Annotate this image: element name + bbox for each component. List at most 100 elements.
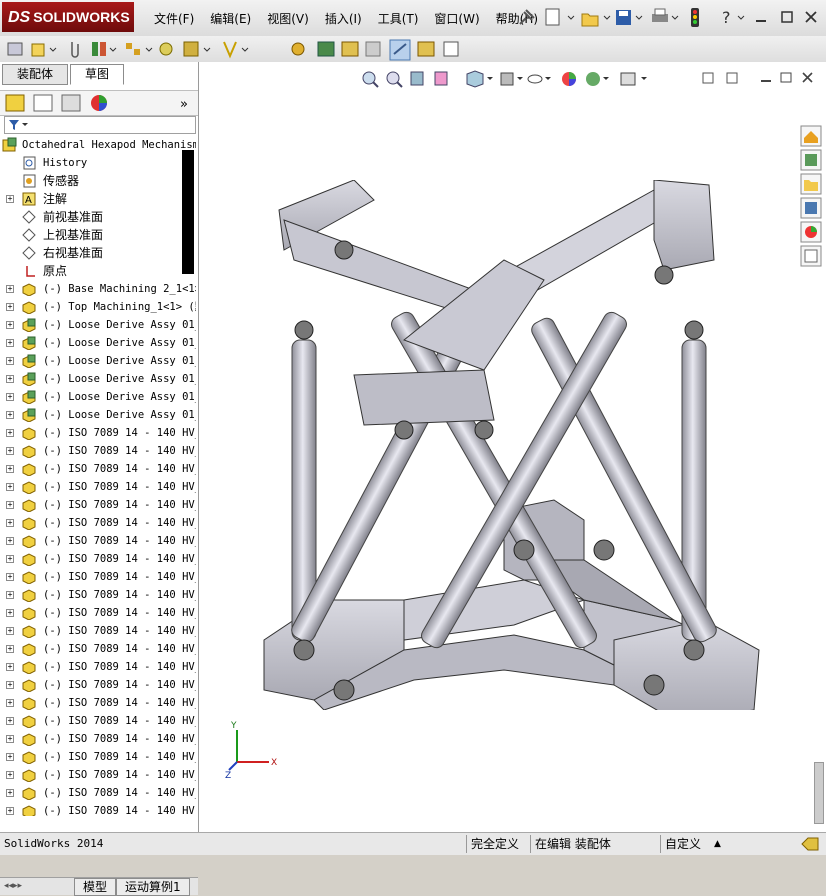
zoom-to-area-icon[interactable] [386, 71, 403, 88]
menu-insert[interactable]: 插入(I) [317, 8, 370, 30]
tree-item[interactable]: + (-) ISO 7089 14 - 140 HV_2 [0, 442, 196, 460]
exploded-view-icon[interactable] [389, 39, 411, 61]
expand-toggle-icon[interactable]: + [6, 807, 14, 815]
viewport-tile-icon[interactable] [726, 72, 738, 84]
show-hidden-icon[interactable] [223, 41, 249, 59]
view-palette-icon[interactable] [800, 197, 822, 219]
new-part-icon[interactable] [31, 43, 57, 57]
tree-item[interactable]: + (-) ISO 7089 14 - 140 HV_1 [0, 658, 196, 676]
expand-toggle-icon[interactable]: + [6, 285, 14, 293]
tree-item[interactable]: + (-) Loose Derive Assy 01_5 [0, 406, 196, 424]
pin-icon[interactable] [519, 9, 535, 25]
tree-item[interactable]: 原点 [0, 262, 196, 280]
configuration-manager-icon[interactable] [61, 94, 81, 112]
move-component-icon[interactable] [183, 41, 211, 57]
tree-item[interactable]: + (-) ISO 7089 14 - 140 HV_9 [0, 568, 196, 586]
tab-assembly[interactable]: 装配体 [2, 64, 69, 85]
tree-item[interactable]: + (-) ISO 7089 14 - 140 HV_1 [0, 586, 196, 604]
smart-fasteners-icon[interactable] [159, 42, 173, 56]
solidworks-resources-icon[interactable] [800, 125, 822, 147]
edit-appearance-icon[interactable] [562, 72, 576, 86]
expand-toggle-icon[interactable]: + [6, 339, 14, 347]
tab-sketch[interactable]: 草图 [70, 64, 125, 85]
sketch-icon[interactable] [443, 41, 459, 57]
tree-root[interactable]: Octahedral Hexapod Mechanism [0, 136, 196, 154]
tab-model[interactable]: 模型 [74, 878, 117, 896]
bill-of-materials-icon[interactable] [365, 41, 381, 57]
tree-item[interactable]: + (-) ISO 7089 14 - 140 HV_4 [0, 478, 196, 496]
view-orientation-icon[interactable] [466, 70, 493, 88]
tree-item[interactable]: + (-) ISO 7089 14 - 140 HV_1 [0, 694, 196, 712]
tree-item[interactable]: + (-) Loose Derive Assy 01_2 [0, 352, 196, 370]
tree-filter-box[interactable] [4, 116, 196, 134]
hide-show-items-icon[interactable] [527, 74, 551, 84]
menu-view[interactable]: 视图(V) [259, 8, 317, 30]
tree-item[interactable]: + (-) Loose Derive Assy 01_1 [0, 334, 196, 352]
apply-scene-icon[interactable] [586, 72, 609, 86]
tree-item[interactable]: + (-) ISO 7089 14 - 140 HV_5 [0, 496, 196, 514]
tree-item[interactable]: + (-) Loose Derive Assy 01_6 [0, 316, 196, 334]
tab-motion-study[interactable]: 运动算例1 [116, 878, 190, 896]
tree-item[interactable]: + (-) Loose Derive Assy 01_3 [0, 370, 196, 388]
menu-tools[interactable]: 工具(T) [370, 8, 427, 30]
design-library-icon[interactable] [800, 149, 822, 171]
expand-toggle-icon[interactable]: + [6, 681, 14, 689]
property-manager-icon[interactable] [33, 94, 53, 112]
expand-toggle-icon[interactable]: + [6, 195, 14, 203]
section-view-icon[interactable] [434, 71, 448, 86]
assembly-features-icon[interactable] [291, 42, 305, 56]
tree-item[interactable]: + (-) ISO 7089 14 - 140 HV_1 [0, 712, 196, 730]
tree-item[interactable]: + (-) ISO 7089 14 - 140 HV_6 [0, 514, 196, 532]
reference-geometry-icon[interactable] [317, 41, 335, 57]
insert-component-icon[interactable] [7, 42, 23, 56]
expand-toggle-icon[interactable]: + [6, 429, 14, 437]
expand-toggle-icon[interactable]: + [6, 717, 14, 725]
help-icon[interactable]: ? [722, 8, 745, 27]
expand-toggle-icon[interactable]: + [6, 411, 14, 419]
paperclip-icon[interactable] [71, 42, 79, 58]
units-dropdown-icon[interactable]: ▲ [714, 835, 721, 853]
tree-item[interactable]: + (-) Loose Derive Assy 01_4 [0, 388, 196, 406]
expand-toggle-icon[interactable]: + [6, 321, 14, 329]
expand-toggle-icon[interactable]: + [6, 519, 14, 527]
tree-item[interactable]: 前视基准面 [0, 208, 196, 226]
tree-item[interactable]: + (-) ISO 7089 14 - 140 HV_2 [0, 766, 196, 784]
expand-toggle-icon[interactable]: + [6, 771, 14, 779]
graphics-area[interactable]: Y X Z [199, 62, 826, 832]
new-document-icon[interactable] [545, 8, 575, 26]
tree-item[interactable]: History [0, 154, 196, 172]
zoom-to-fit-icon[interactable] [362, 71, 379, 88]
menu-window[interactable]: 窗口(W) [426, 8, 487, 30]
close-icon[interactable] [805, 11, 817, 23]
viewport-scrollbar[interactable] [814, 762, 824, 824]
tree-item[interactable]: + (-) Base Machining 2_1<1> [0, 280, 196, 298]
tree-item[interactable]: + (-) Top Machining_1<1> (默 [0, 298, 196, 316]
mate-icon[interactable] [92, 42, 117, 56]
open-folder-icon[interactable] [581, 13, 611, 27]
tree-item[interactable]: + (-) ISO 7089 14 - 140 HV_1 [0, 424, 196, 442]
tree-item[interactable]: + (-) ISO 7089 14 - 140 HV_2 [0, 784, 196, 802]
tab-scroll-arrows-icon[interactable]: ◂◂▸▸ [4, 881, 22, 891]
expand-toggle-icon[interactable]: + [6, 357, 14, 365]
expand-toggle-icon[interactable]: + [6, 753, 14, 761]
expand-toggle-icon[interactable]: + [6, 699, 14, 707]
instant3d-icon[interactable] [417, 41, 435, 57]
display-manager-icon[interactable] [91, 95, 107, 111]
expand-toggle-icon[interactable]: + [6, 483, 14, 491]
expand-toggle-icon[interactable]: + [6, 375, 14, 383]
doc-restore-icon[interactable] [780, 72, 792, 83]
print-icon[interactable] [652, 8, 679, 22]
expand-toggle-icon[interactable]: + [6, 555, 14, 563]
tree-item[interactable]: + (-) ISO 7089 14 - 140 HV_1 [0, 622, 196, 640]
tree-item[interactable]: + A 注解 [0, 190, 196, 208]
feature-tree-icon[interactable] [5, 94, 25, 112]
expand-panel-icon[interactable]: » [180, 97, 188, 112]
tree-item[interactable]: + (-) ISO 7089 14 - 140 HV_1 [0, 640, 196, 658]
expand-toggle-icon[interactable]: + [6, 627, 14, 635]
expand-toggle-icon[interactable]: + [6, 663, 14, 671]
viewport-split-icon[interactable] [702, 72, 714, 84]
file-explorer-icon[interactable] [800, 173, 822, 195]
tree-item[interactable]: 上视基准面 [0, 226, 196, 244]
appearances-scenes-icon[interactable] [800, 221, 822, 243]
expand-toggle-icon[interactable]: + [6, 447, 14, 455]
